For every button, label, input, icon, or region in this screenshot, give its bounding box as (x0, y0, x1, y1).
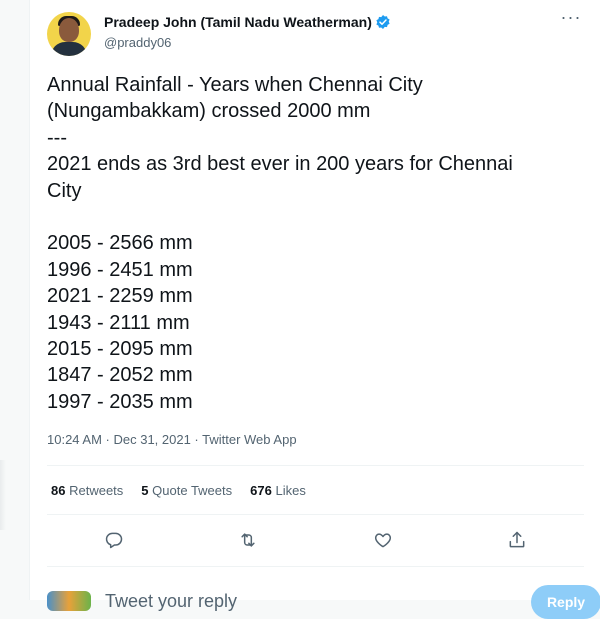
likes-count: 676 (250, 483, 272, 498)
tweet-text: Annual Rainfall - Years when Chennai Cit… (47, 72, 587, 415)
background-panel-edge (0, 460, 6, 530)
user-avatar[interactable] (47, 591, 91, 611)
author-name[interactable]: Pradeep John (Tamil Nadu Weatherman) (104, 14, 372, 30)
tweet-line: City (47, 179, 82, 202)
quotes-count: 5 (141, 483, 149, 498)
rainfall-record: 1996 - 2451 mm (47, 258, 193, 281)
tweet-card: Pradeep John (Tamil Nadu Weatherman) @pr… (29, 0, 600, 619)
tweet-line: 2021 ends as 3rd best ever in 200 years … (47, 153, 513, 176)
likes-label: Likes (275, 483, 306, 498)
reply-composer: Tweet your reply Reply (47, 585, 600, 619)
tweet-line: Annual Rainfall - Years when Chennai Cit… (47, 74, 423, 96)
reply-button[interactable]: Reply (531, 585, 600, 619)
tweet-line: (Nungambakkam) crossed 2000 mm (47, 100, 371, 123)
rainfall-record: 2015 - 2095 mm (47, 338, 193, 361)
tweet-stats: 86 Retweets 5 Quote Tweets 676 Likes (51, 483, 306, 498)
rainfall-record: 2005 - 2566 mm (47, 232, 193, 255)
rainfall-record: 1847 - 2052 mm (47, 364, 193, 387)
tweet-timestamp[interactable]: 10:24 AM · Dec 31, 2021 · Twitter Web Ap… (47, 432, 297, 447)
quotes-label: Quote Tweets (152, 483, 233, 498)
author-name-row[interactable]: Pradeep John (Tamil Nadu Weatherman) (104, 14, 391, 30)
rainfall-record: 2021 - 2259 mm (47, 285, 193, 308)
retweet-icon[interactable] (234, 526, 262, 554)
tweet-line: --- (47, 126, 67, 149)
rainfall-record: 1943 - 2111 mm (47, 311, 190, 334)
author-handle[interactable]: @praddy06 (104, 35, 171, 50)
like-icon[interactable] (369, 526, 397, 554)
quotes-stat[interactable]: 5 Quote Tweets (141, 483, 232, 498)
retweets-count: 86 (51, 483, 66, 498)
tweet-actions (47, 526, 584, 554)
verified-icon (376, 15, 390, 29)
avatar-face (59, 18, 79, 42)
more-icon[interactable]: ··· (558, 8, 584, 30)
rainfall-record: 1997 - 2035 mm (47, 390, 193, 413)
share-icon[interactable] (503, 526, 531, 554)
divider (47, 514, 584, 515)
divider (47, 566, 584, 567)
retweets-stat[interactable]: 86 Retweets (51, 483, 123, 498)
author-avatar[interactable] (47, 12, 91, 56)
reply-icon[interactable] (100, 526, 128, 554)
reply-input[interactable]: Tweet your reply (105, 591, 237, 612)
divider (47, 465, 584, 466)
retweets-label: Retweets (69, 483, 124, 498)
avatar-body (51, 42, 87, 56)
likes-stat[interactable]: 676 Likes (250, 483, 306, 498)
